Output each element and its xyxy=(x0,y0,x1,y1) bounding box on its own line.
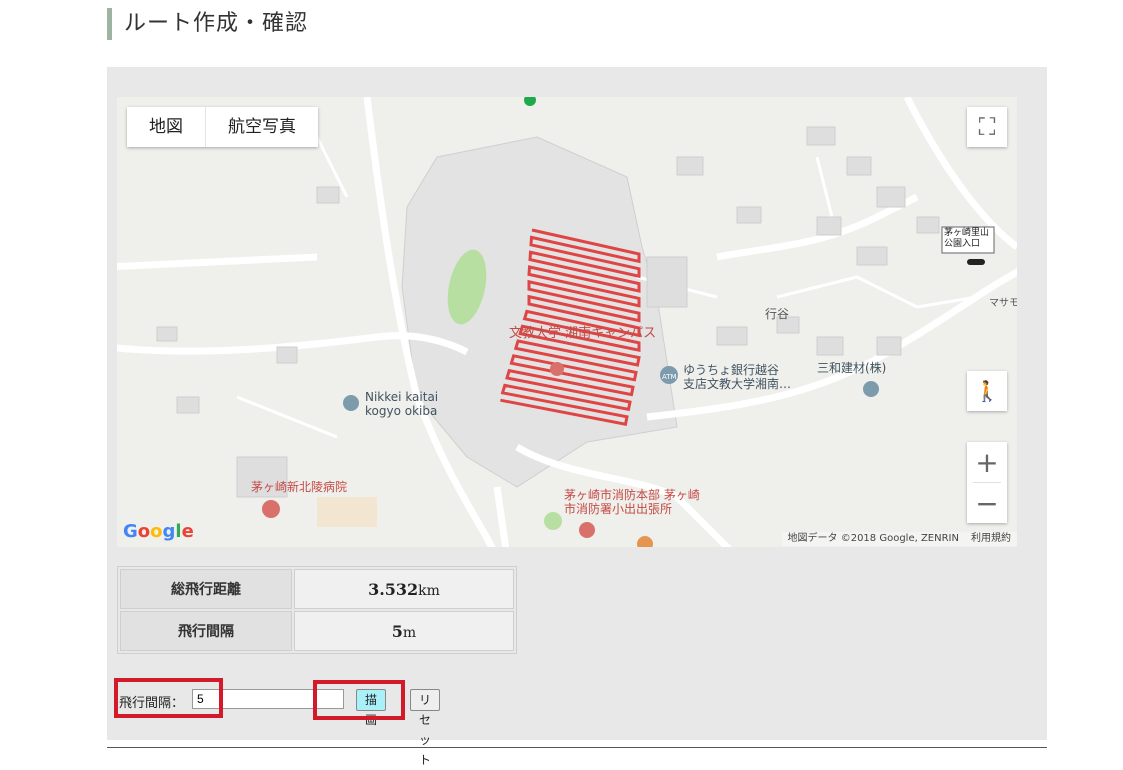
total-distance-value: 3.532km xyxy=(294,569,514,609)
map-attribution: 地図データ ©2018 Google, ZENRIN 利用規約 xyxy=(781,532,1017,546)
page-title: ルート作成・確認 xyxy=(124,11,309,36)
zoom-in-icon[interactable]: + xyxy=(967,442,1007,482)
zoom-out-icon[interactable]: − xyxy=(967,483,1007,523)
reset-button[interactable]: リセット xyxy=(410,689,441,767)
hospital-label: 茅ヶ崎新北陵病院 xyxy=(251,480,348,494)
map-view[interactable]: 地図 航空写真 ⛶ 🚶 + − 文教大学 湘南キャンパス Nikkei kait… xyxy=(117,97,1017,547)
fullscreen-icon[interactable]: ⛶ xyxy=(967,107,1007,147)
highlight-interval-input xyxy=(114,678,223,718)
bank-label: ゆうちょ銀行越谷 支店文教大学湘南… xyxy=(683,363,792,391)
map-type-satellite-button[interactable]: 航空写真 xyxy=(206,107,318,147)
fire-station-label: 茅ヶ崎市消防本部 茅ヶ崎 市消防署小出出張所 xyxy=(564,488,700,516)
highlight-draw-button xyxy=(313,680,405,720)
table-row: 総飛行距離 3.532km xyxy=(120,569,514,609)
campus-label: 文教大学 湘南キャンパス xyxy=(509,326,657,341)
nikkei-label: Nikkei kaitai kogyo okiba xyxy=(365,390,439,418)
masa-label: マサモ xyxy=(989,298,1017,309)
gyoya-label: 行谷 xyxy=(765,307,790,321)
sanwa-label: 三和建材(株) xyxy=(817,361,887,375)
stats-table: 総飛行距離 3.532km 飛行間隔 5m xyxy=(117,566,517,654)
pegman-icon[interactable]: 🚶 xyxy=(967,371,1007,411)
title-accent-bar xyxy=(107,8,112,40)
flight-interval-value: 5m xyxy=(294,611,514,651)
table-row: 飛行間隔 5m xyxy=(120,611,514,651)
zoom-control: + − xyxy=(967,442,1007,523)
park-entrance-label: 茅ヶ崎里山 公園入口 xyxy=(944,228,990,249)
map-type-control: 地図 航空写真 xyxy=(127,107,318,147)
google-logo: Google xyxy=(123,521,194,542)
total-distance-label: 総飛行距離 xyxy=(120,569,292,609)
flight-interval-label: 飛行間隔 xyxy=(120,611,292,651)
bottom-divider xyxy=(107,747,1047,748)
terms-link[interactable]: 利用規約 xyxy=(971,533,1011,544)
attribution-text: 地図データ ©2018 Google, ZENRIN xyxy=(787,533,959,544)
map-type-map-button[interactable]: 地図 xyxy=(127,107,205,147)
atm-icon: ATM xyxy=(662,373,677,381)
